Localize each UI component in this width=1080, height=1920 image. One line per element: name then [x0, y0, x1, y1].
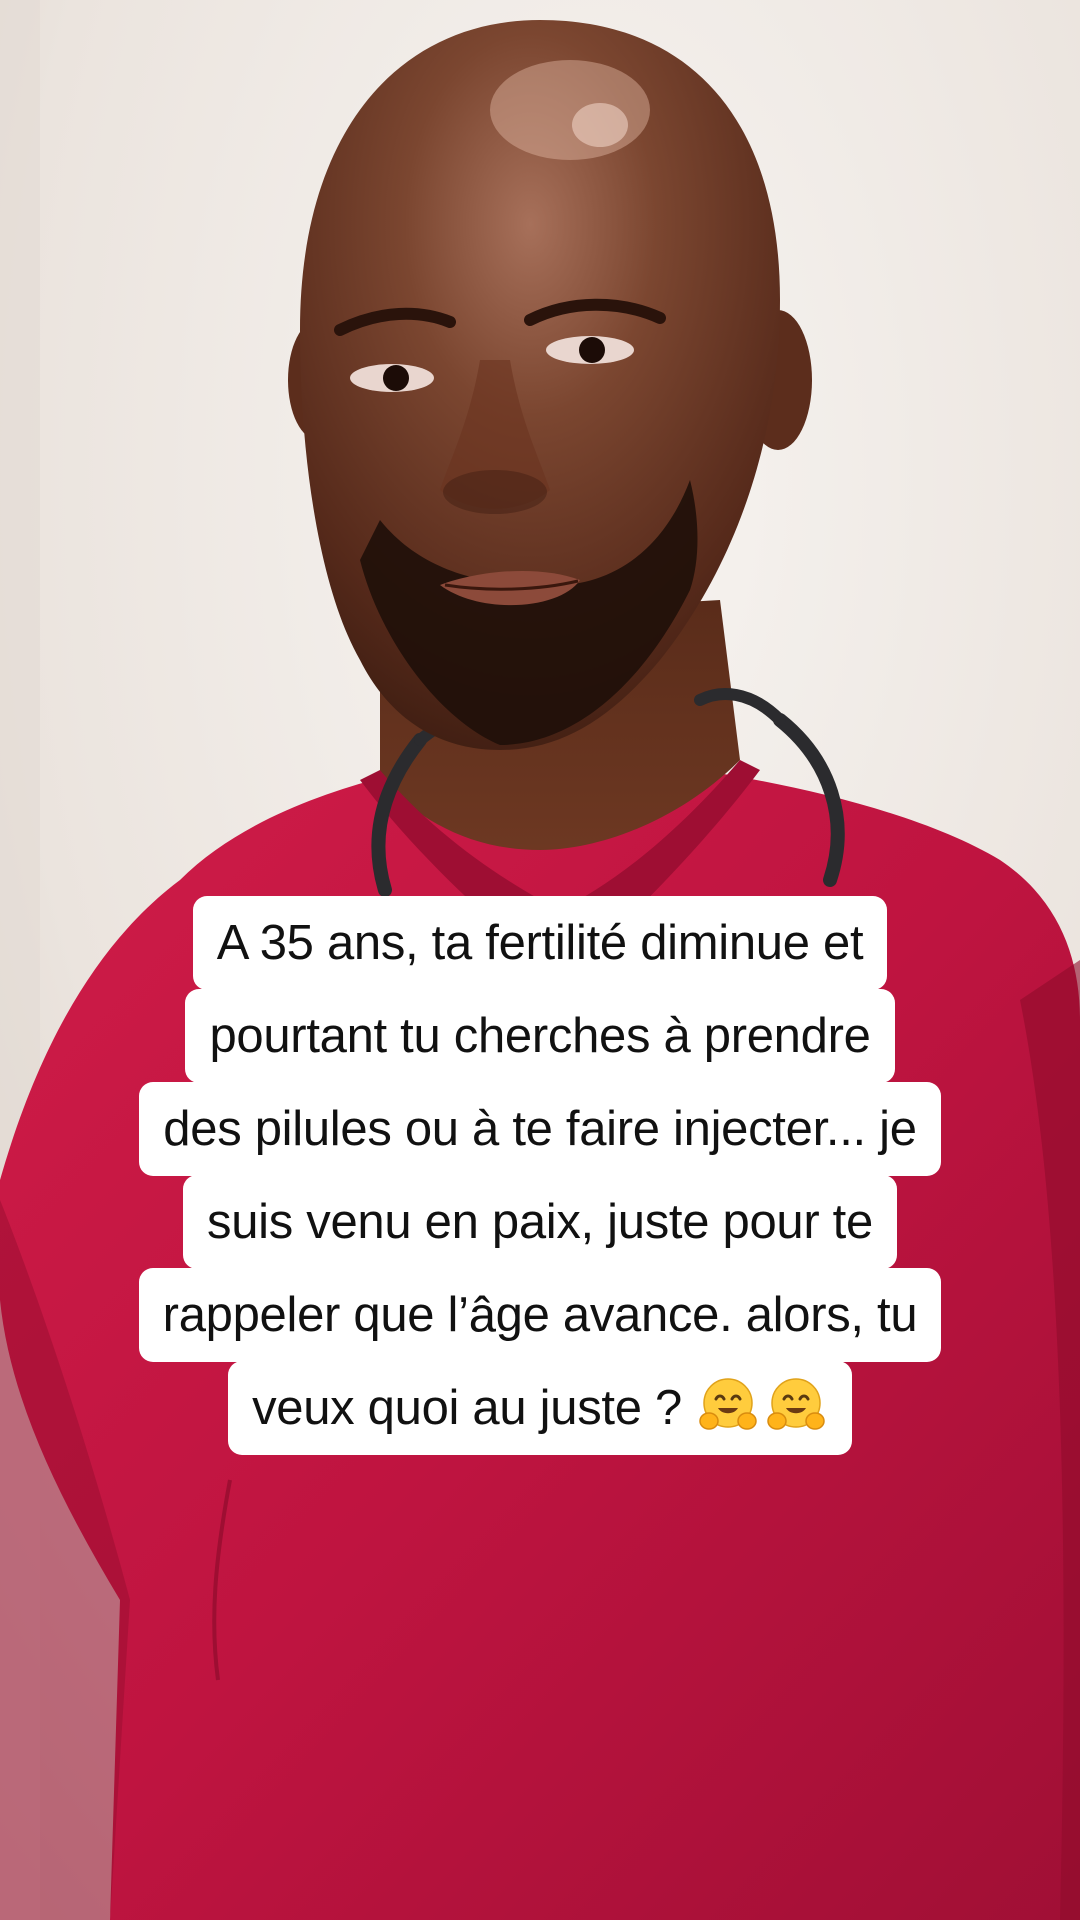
caption-line-4: suis venu en paix, juste pour te [183, 1175, 897, 1269]
caption-line-3: des pilules ou à te faire injecter... je [139, 1082, 941, 1176]
hugging-face-icon [767, 1378, 825, 1430]
hugging-face-icon [699, 1378, 757, 1430]
emoji-group [696, 1375, 828, 1439]
caption-overlay: A 35 ans, ta fertilité diminue et pourta… [0, 896, 1080, 1455]
caption-line-2: pourtant tu cherches à prendre [185, 989, 895, 1083]
caption-line-1: A 35 ans, ta fertilité diminue et [192, 896, 888, 990]
caption-line-5: rappeler que l’âge avance. alors, tu [138, 1268, 942, 1362]
caption-line-6: veux quoi au juste ? [228, 1361, 852, 1455]
caption-line-6-text: veux quoi au juste ? [252, 1381, 682, 1435]
